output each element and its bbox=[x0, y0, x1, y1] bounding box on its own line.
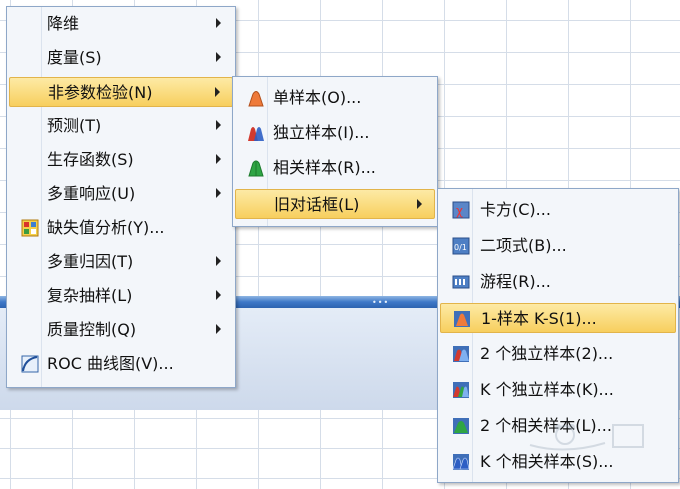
menu-item-legacy-dialogs[interactable]: 旧对话框(L) bbox=[235, 189, 435, 219]
menu-item-multiple-imputation[interactable]: 多重归因(T) bbox=[9, 247, 233, 277]
submenu-arrow-icon bbox=[216, 188, 221, 198]
menu-item-multiple-response[interactable]: 多重响应(U) bbox=[9, 179, 233, 209]
k-related-icon bbox=[452, 454, 470, 470]
menu-item-independent-samples[interactable]: 独立样本(I)... bbox=[235, 118, 435, 148]
svg-text:χ: χ bbox=[456, 204, 463, 218]
menu-item-ks-one-sample[interactable]: 1-样本 K-S(1)... bbox=[440, 303, 676, 333]
menu-item-two-independent-samples[interactable]: 2 个独立样本(2)... bbox=[440, 339, 676, 369]
independent-samples-icon bbox=[248, 127, 264, 141]
menu-item-label: 单样本(O)... bbox=[273, 88, 362, 107]
menu-item-label: 二项式(B)... bbox=[480, 236, 567, 255]
menu-item-label: 卡方(C)... bbox=[480, 200, 551, 219]
nonparametric-tests-submenu: 单样本(O)... 独立样本(I)... 相关样本(R)... 旧对话框(L) bbox=[232, 76, 438, 227]
menu-item-label: 度量(S) bbox=[47, 48, 102, 67]
menu-item-scale[interactable]: 度量(S) bbox=[9, 43, 233, 73]
menu-item-quality-control[interactable]: 质量控制(Q) bbox=[9, 315, 233, 345]
menu-item-complex-samples[interactable]: 复杂抽样(L) bbox=[9, 281, 233, 311]
menu-item-label: 1-样本 K-S(1)... bbox=[481, 309, 597, 328]
menu-item-label: 降维 bbox=[47, 14, 80, 33]
menu-item-roc-curve[interactable]: ROC 曲线图(V)... bbox=[9, 349, 233, 379]
menu-item-k-independent-samples[interactable]: K 个独立样本(K)... bbox=[440, 375, 676, 405]
submenu-arrow-icon bbox=[215, 87, 220, 97]
menu-item-label: 非参数检验(N) bbox=[48, 83, 153, 102]
menu-item-label: 多重归因(T) bbox=[47, 252, 134, 271]
related-samples-icon bbox=[248, 160, 264, 177]
runs-icon bbox=[452, 275, 470, 289]
menu-item-label: 多重响应(U) bbox=[47, 184, 136, 203]
legacy-dialogs-submenu: χ 卡方(C)... 0/1 二项式(B)... 游程(R)... 1-样本 K… bbox=[437, 188, 679, 483]
menu-item-nonparametric-tests[interactable]: 非参数检验(N) bbox=[9, 77, 233, 107]
submenu-arrow-icon bbox=[417, 199, 422, 209]
menu-item-k-related-samples[interactable]: K 个相关样本(S)... bbox=[440, 447, 676, 477]
binomial-icon: 0/1 bbox=[452, 237, 470, 255]
submenu-arrow-icon bbox=[216, 120, 221, 130]
chi-square-icon: χ bbox=[452, 201, 470, 219]
menu-item-label: ROC 曲线图(V)... bbox=[47, 354, 174, 373]
two-related-icon bbox=[453, 418, 469, 434]
menu-item-label: K 个相关样本(S)... bbox=[480, 452, 614, 471]
menu-item-label: 生存函数(S) bbox=[47, 150, 134, 169]
menu-item-runs[interactable]: 游程(R)... bbox=[440, 267, 676, 297]
menu-item-label: 缺失值分析(Y)... bbox=[47, 218, 165, 237]
submenu-arrow-icon bbox=[216, 256, 221, 266]
menu-item-related-samples[interactable]: 相关样本(R)... bbox=[235, 153, 435, 183]
submenu-arrow-icon bbox=[216, 324, 221, 334]
submenu-arrow-icon bbox=[216, 18, 221, 28]
menu-item-two-related-samples[interactable]: 2 个相关样本(L)... bbox=[440, 411, 676, 441]
menu-item-one-sample[interactable]: 单样本(O)... bbox=[235, 83, 435, 113]
one-sample-icon bbox=[248, 91, 264, 107]
two-independent-icon bbox=[453, 346, 469, 362]
menu-item-forecasting[interactable]: 预测(T) bbox=[9, 111, 233, 141]
ks-one-sample-icon bbox=[454, 311, 470, 327]
k-independent-icon bbox=[453, 382, 469, 398]
missing-value-icon bbox=[21, 219, 39, 237]
menu-item-binomial[interactable]: 0/1 二项式(B)... bbox=[440, 231, 676, 261]
submenu-arrow-icon bbox=[216, 154, 221, 164]
menu-item-missing-value-analysis[interactable]: 缺失值分析(Y)... bbox=[9, 213, 233, 243]
roc-curve-icon bbox=[21, 355, 39, 373]
menu-item-label: 旧对话框(L) bbox=[274, 195, 360, 214]
menu-item-label: 复杂抽样(L) bbox=[47, 286, 133, 305]
submenu-arrow-icon bbox=[216, 290, 221, 300]
submenu-arrow-icon bbox=[216, 52, 221, 62]
menu-item-label: 2 个独立样本(2)... bbox=[480, 344, 614, 363]
menu-item-dimension-reduction[interactable]: 降维 bbox=[9, 9, 233, 39]
menu-item-label: K 个独立样本(K)... bbox=[480, 380, 614, 399]
analyze-menu: 降维 度量(S) 非参数检验(N) 预测(T) 生存函数(S) 多重响应(U) … bbox=[6, 6, 236, 388]
menu-item-label: 独立样本(I)... bbox=[273, 123, 370, 142]
menu-item-label: 预测(T) bbox=[47, 116, 102, 135]
menu-item-label: 相关样本(R)... bbox=[273, 158, 376, 177]
menu-item-label: 游程(R)... bbox=[480, 272, 551, 291]
menu-item-chi-square[interactable]: χ 卡方(C)... bbox=[440, 195, 676, 225]
splitter-grip[interactable]: ••• bbox=[372, 298, 389, 307]
menu-item-label: 质量控制(Q) bbox=[47, 320, 137, 339]
menu-item-label: 2 个相关样本(L)... bbox=[480, 416, 612, 435]
menu-item-survival[interactable]: 生存函数(S) bbox=[9, 145, 233, 175]
svg-text:0/1: 0/1 bbox=[454, 243, 467, 252]
